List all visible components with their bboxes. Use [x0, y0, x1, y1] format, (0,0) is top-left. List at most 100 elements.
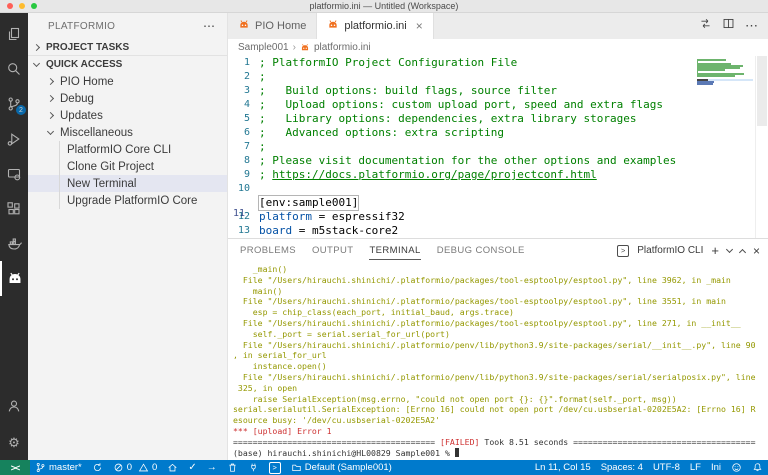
new-terminal-button[interactable]: + [711, 243, 719, 258]
terminal-line: File "/Users/hirauchi.shinichi/.platform… [233, 340, 768, 351]
breadcrumb[interactable]: Sample001 › platformio.ini [228, 39, 768, 56]
code-token: ; Library options: dependencies, extra l… [259, 112, 637, 125]
code-token: ; Upload options: custom upload port, sp… [259, 98, 663, 111]
explorer-icon[interactable] [0, 16, 28, 51]
terminal-line: esource busy: '/dev/cu.usbserial-0202E5A… [233, 415, 768, 426]
panel-tab-debug-console[interactable]: DEBUG CONSOLE [437, 241, 525, 260]
code-token: ; [259, 70, 266, 83]
terminal-text: File "/Users/hirauchi.shinichi/.platform… [233, 296, 726, 307]
source-control-badge: 2 [16, 105, 26, 115]
sidebar-item-upgrade-platformio-core[interactable]: Upgrade PlatformIO Core [28, 192, 227, 209]
breadcrumb-project[interactable]: Sample001 [238, 42, 289, 53]
terminal-text: esource busy: '/dev/cu.usbserial-0202E5A… [233, 415, 441, 426]
code-line-text: ; Upload options: custom upload port, sp… [259, 98, 663, 112]
remote-indicator[interactable]: >< [0, 460, 30, 475]
line-number: 4 [243, 99, 250, 110]
accounts-icon[interactable] [0, 388, 28, 423]
editor-more-actions-icon[interactable]: ⋯ [745, 18, 758, 34]
chevron-right-icon [46, 94, 55, 103]
panel-tab-output[interactable]: OUTPUT [312, 241, 353, 260]
search-icon[interactable] [0, 51, 28, 86]
line-number: 5 [243, 113, 250, 124]
minimap-bar [697, 59, 727, 61]
terminal-line: 325, in open [233, 383, 768, 394]
minimap[interactable] [697, 59, 753, 85]
sidebar-item-debug[interactable]: Debug [28, 90, 227, 107]
breadcrumb-file[interactable]: platformio.ini [314, 42, 371, 53]
docker-icon[interactable] [0, 226, 28, 261]
open-changes-icon[interactable] [699, 17, 712, 35]
sidebar-item-platformio-core-cli[interactable]: PlatformIO Core CLI [28, 141, 227, 158]
pio-terminal-button[interactable]: > [264, 460, 286, 475]
sidebar-item-project-tasks[interactable]: PROJECT TASKS [28, 39, 227, 56]
cursor-position[interactable]: Ln 11, Col 15 [530, 460, 596, 475]
code-line: 12 platform = espressif32 [228, 210, 768, 224]
source-control-icon[interactable]: 2 [0, 86, 28, 121]
code-line: 1 ; PlatformIO Project Configuration File [228, 56, 768, 70]
status-bar: >< master* 0 0 ✓ → > Default (Sample001)… [0, 460, 768, 475]
panel-tab-terminal[interactable]: TERMINAL [369, 241, 421, 260]
feedback-smiley-icon[interactable] [726, 460, 747, 475]
pio-home-button[interactable] [162, 460, 183, 475]
maximize-panel-icon[interactable] [738, 248, 747, 256]
terminal-line: esp = chip_class(each_port, initial_baud… [233, 307, 768, 318]
sidebar-item-pio-home[interactable]: PIO Home [28, 73, 227, 90]
close-panel-icon[interactable]: × [753, 244, 760, 258]
split-editor-icon[interactable] [722, 17, 735, 35]
sidebar-item-miscellaneous[interactable]: Miscellaneous [28, 124, 227, 141]
panel-tab-bar: PROBLEMS OUTPUT TERMINAL DEBUG CONSOLE > Pl… [228, 239, 768, 262]
close-tab-icon[interactable]: × [416, 19, 423, 33]
extensions-icon[interactable] [0, 191, 28, 226]
sidebar-item-new-terminal[interactable]: New Terminal [28, 175, 227, 192]
tab-platformio-ini[interactable]: platformio.ini × [317, 13, 434, 39]
terminal-text: instance.open() [233, 361, 327, 372]
code-token: [env:sample001] [259, 196, 359, 209]
tree-guide [59, 158, 60, 175]
sidebar-item-clone-git-project[interactable]: Clone Git Project [28, 158, 227, 175]
git-branch-item[interactable]: master* [30, 460, 87, 475]
tab-label: platformio.ini [344, 20, 407, 32]
sidebar-item-label: New Terminal [67, 177, 137, 190]
terminal-output[interactable]: _main() File "/Users/hirauchi.shinichi/.… [228, 262, 768, 460]
encoding[interactable]: UTF-8 [648, 460, 685, 475]
pio-upload-button[interactable]: → [202, 460, 222, 475]
panel-tab-problems[interactable]: PROBLEMS [240, 241, 296, 260]
env-folder-icon [292, 464, 301, 471]
problems-item[interactable]: 0 0 [108, 460, 163, 475]
terminal-text: self._port = serial.serial_for_url(port) [233, 328, 450, 339]
code-token: board [259, 224, 293, 237]
terminal-dropdown-icon[interactable] [725, 245, 734, 253]
code-line: 7; [228, 140, 768, 154]
remote-explorer-icon[interactable] [0, 156, 28, 191]
line-number: 9 [243, 169, 250, 180]
terminal-text: , in serial_for_url [233, 350, 327, 361]
bottom-panel: PROBLEMS OUTPUT TERMINAL DEBUG CONSOLE > Pl… [228, 238, 768, 460]
settings-gear-icon[interactable]: ⚙ [0, 425, 28, 460]
code-line: 5 ; Library options: dependencies, extra … [228, 112, 768, 126]
terminal-text: [FAILED] [440, 436, 480, 447]
pio-serial-monitor-button[interactable] [243, 460, 264, 475]
code-editor[interactable]: 1 ; PlatformIO Project Configuration File… [228, 56, 768, 238]
run-debug-icon[interactable] [0, 121, 28, 156]
terminal-text: Took 8.51 seconds ======================… [479, 436, 756, 447]
pio-build-button[interactable]: ✓ [183, 460, 201, 475]
terminal-text: _main() [233, 264, 288, 274]
sync-icon[interactable] [87, 460, 108, 475]
indentation[interactable]: Spaces: 4 [596, 460, 648, 475]
terminal-shell-label[interactable]: PlatformIO CLI [637, 245, 703, 256]
platformio-icon[interactable] [0, 261, 28, 296]
terminal-line: File "/Users/hirauchi.shinichi/.platform… [233, 296, 768, 307]
pio-clean-button[interactable] [222, 460, 243, 475]
line-number: 11 [232, 207, 246, 219]
eol-sequence[interactable]: LF [685, 460, 706, 475]
tab-pio-home[interactable]: PIO Home [228, 13, 318, 39]
code-token: ; Advanced options: extra scripting [259, 126, 505, 139]
editor-scrollbar[interactable] [755, 56, 768, 238]
pio-env-switcher[interactable]: Default (Sample001) [286, 460, 397, 475]
platformio-tab-icon [238, 19, 250, 34]
sidebar-item-quick-access[interactable]: QUICK ACCESS [28, 56, 227, 73]
notifications-bell-icon[interactable] [747, 460, 768, 475]
language-mode[interactable]: Ini [706, 460, 726, 475]
sidebar-item-updates[interactable]: Updates [28, 107, 227, 124]
sidebar-more-actions-icon[interactable]: ⋯ [203, 19, 215, 33]
